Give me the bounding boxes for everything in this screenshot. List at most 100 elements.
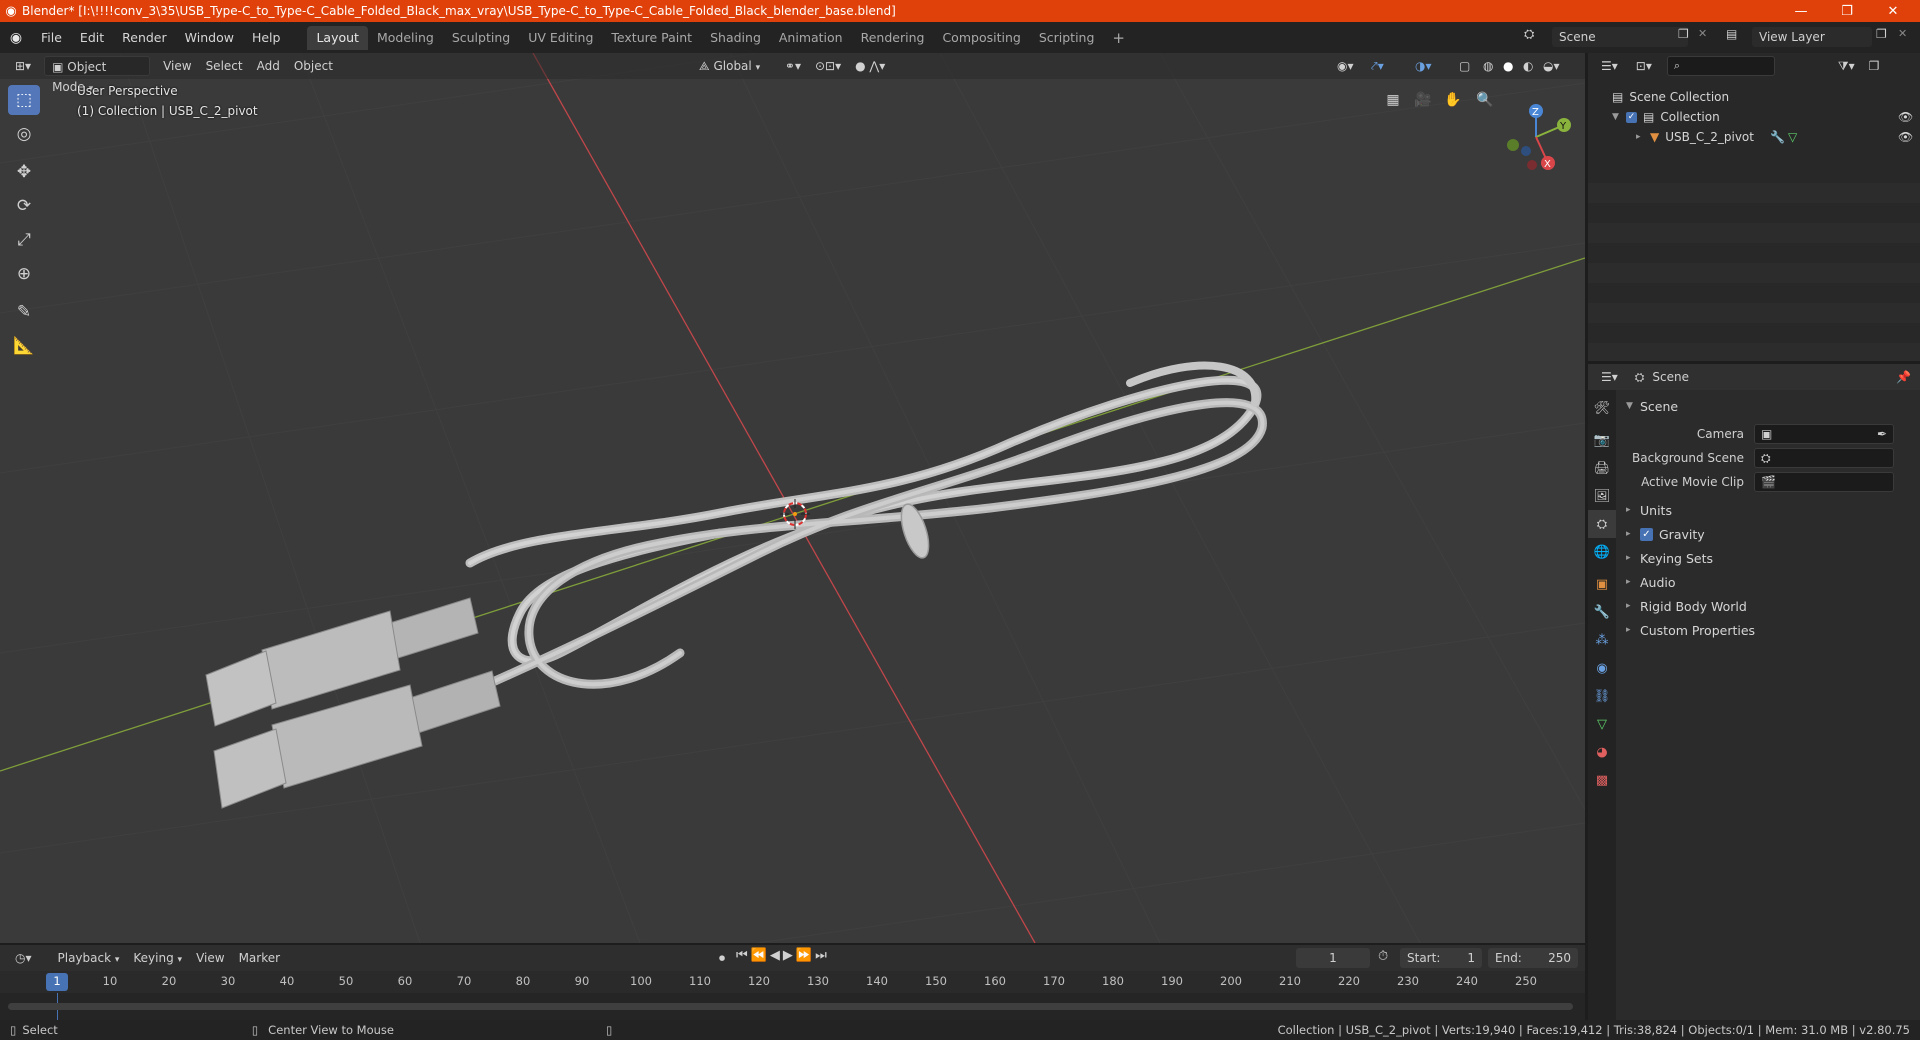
cursor-tool-icon[interactable]: ◎	[8, 119, 40, 149]
end-frame-field[interactable]: End: 250	[1488, 948, 1578, 968]
timeline-menu-marker[interactable]: Marker	[232, 948, 287, 968]
prev-keyframe-icon[interactable]: ⏪	[751, 948, 770, 963]
move-tool-icon[interactable]: ✥	[8, 157, 40, 187]
tool-tab-icon[interactable]: 🛠	[1588, 394, 1616, 422]
proportional-edit-icon[interactable]: ● ⋀▾	[848, 56, 892, 76]
outliner-editor-type-icon[interactable]: ☰▾	[1594, 56, 1625, 76]
toggle-grid-icon[interactable]: ▦	[1380, 87, 1406, 113]
next-keyframe-icon[interactable]: ⏩	[796, 948, 815, 963]
expand-triangle-icon[interactable]: ▸	[1636, 132, 1650, 142]
scene-tab-icon[interactable]: ⛭	[1588, 510, 1616, 538]
new-collection-icon[interactable]: ❐	[1862, 56, 1887, 76]
output-tab-icon[interactable]: 🖨	[1588, 454, 1616, 482]
render-tab-icon[interactable]: 📷	[1588, 426, 1616, 454]
restore-button[interactable]: ❐	[1824, 0, 1870, 22]
timeline-editor-type-icon[interactable]: ◷▾	[8, 948, 39, 968]
menu-help[interactable]: Help	[243, 26, 290, 50]
object-tab-icon[interactable]: ▣	[1588, 570, 1616, 598]
timeline-menu-playback[interactable]: Playback ▾	[51, 948, 127, 968]
timeline-scrollbar[interactable]	[8, 1003, 1573, 1010]
mesh-data-icon[interactable]: ▽	[1788, 130, 1797, 144]
tab-shading[interactable]: Shading	[701, 26, 770, 50]
tab-rendering[interactable]: Rendering	[852, 26, 934, 50]
tab-layout[interactable]: Layout	[307, 25, 368, 50]
start-frame-field[interactable]: Start: 1	[1400, 948, 1482, 968]
rotate-tool-icon[interactable]: ⟳	[8, 191, 40, 221]
modifier-wrench-icon[interactable]: 🔧	[1770, 130, 1785, 144]
constraints-tab-icon[interactable]: ⛓	[1588, 682, 1616, 710]
stopwatch-icon[interactable]: ⏱	[1378, 949, 1388, 964]
viewport-menu-select[interactable]: Select	[199, 56, 250, 76]
outliner-row-collection[interactable]: ▼ ✓ ▤ Collection 👁	[1588, 107, 1920, 127]
tab-sculpting[interactable]: Sculpting	[443, 26, 519, 50]
timeline-menu-view[interactable]: View	[189, 948, 231, 968]
scene-selector[interactable]: Scene	[1552, 27, 1688, 47]
new-scene-icon[interactable]: ❐	[1678, 27, 1689, 41]
rendered-shading-icon[interactable]: ◒▾	[1536, 56, 1567, 76]
visibility-icon[interactable]: ◉▾	[1330, 56, 1361, 76]
tab-modeling[interactable]: Modeling	[368, 26, 443, 50]
expand-triangle-icon[interactable]: ▼	[1612, 112, 1626, 122]
eye-icon[interactable]: 👁	[1898, 110, 1913, 124]
outliner-row-scene-collection[interactable]: ▤ Scene Collection	[1588, 87, 1920, 107]
texture-tab-icon[interactable]: ▩	[1588, 766, 1616, 794]
world-tab-icon[interactable]: 🌐	[1588, 538, 1616, 566]
snap-icon[interactable]: ⊙⊡▾	[808, 56, 848, 76]
active-movie-clip-field[interactable]: 🎬	[1754, 472, 1894, 492]
pin-icon[interactable]: 📌	[1896, 370, 1911, 384]
new-view-layer-icon[interactable]: ❐	[1876, 27, 1887, 41]
object-mode-dropdown[interactable]: ▣ Object Mode ▾	[44, 56, 151, 94]
viewport-menu-view[interactable]: View	[156, 56, 198, 76]
current-frame-field[interactable]: 1	[1296, 948, 1370, 968]
transform-orientation-dropdown[interactable]: ⟁ Global ▾	[692, 56, 774, 76]
tab-animation[interactable]: Animation	[770, 26, 852, 50]
zoom-icon[interactable]: 🔍	[1472, 87, 1498, 113]
gizmo-toggle-icon[interactable]: ⤤▾	[1364, 56, 1391, 76]
timeline-track-area[interactable]	[0, 993, 1585, 1020]
menu-file[interactable]: File	[32, 26, 71, 50]
keying-sets-section-header[interactable]: ▸ Keying Sets	[1616, 546, 1920, 570]
scene-section-header[interactable]: ▼ Scene	[1616, 394, 1920, 418]
close-button[interactable]: ✕	[1870, 0, 1916, 22]
display-mode-icon[interactable]: ⊡▾	[1629, 56, 1659, 76]
filter-icon[interactable]: ⧩▾	[1831, 56, 1862, 76]
collection-checkbox[interactable]: ✓	[1626, 111, 1637, 123]
pan-hand-icon[interactable]: ✋	[1440, 87, 1466, 113]
menu-window[interactable]: Window	[176, 26, 243, 50]
eye-icon[interactable]: 👁	[1898, 130, 1913, 144]
physics-tab-icon[interactable]: ◉	[1588, 654, 1616, 682]
add-workspace-button[interactable]: +	[1103, 26, 1134, 50]
play-reverse-icon[interactable]: ◀	[770, 948, 783, 963]
remove-view-layer-icon[interactable]: ✕	[1898, 27, 1907, 40]
tab-uv-editing[interactable]: UV Editing	[519, 26, 602, 50]
tab-texture-paint[interactable]: Texture Paint	[602, 26, 701, 50]
camera-view-icon[interactable]: 🎥	[1410, 87, 1436, 113]
particles-tab-icon[interactable]: ⁂	[1588, 626, 1616, 654]
camera-field[interactable]: ▣ ✒	[1754, 424, 1894, 444]
view-layer-tab-icon[interactable]: 🖼	[1588, 482, 1616, 510]
minimize-button[interactable]: —	[1778, 0, 1824, 22]
measure-tool-icon[interactable]: 📐	[8, 331, 40, 361]
editor-type-icon[interactable]: ⊞▾	[8, 56, 38, 76]
select-box-tool-icon[interactable]: ⬚	[8, 85, 40, 115]
blender-menu-icon[interactable]: ◉	[0, 30, 32, 46]
eyedropper-icon[interactable]: ✒	[1877, 425, 1887, 443]
data-tab-icon[interactable]: ▽	[1588, 710, 1616, 738]
tab-compositing[interactable]: Compositing	[933, 26, 1029, 50]
navigation-gizmo[interactable]: Z Y X	[1496, 93, 1576, 173]
annotate-tool-icon[interactable]: ✎	[8, 297, 40, 327]
tab-scripting[interactable]: Scripting	[1030, 26, 1104, 50]
menu-render[interactable]: Render	[113, 26, 176, 50]
transform-tool-icon[interactable]: ⊕	[8, 259, 40, 289]
menu-edit[interactable]: Edit	[71, 26, 113, 50]
custom-properties-section-header[interactable]: ▸ Custom Properties	[1616, 618, 1920, 642]
background-scene-field[interactable]: ⛭	[1754, 448, 1894, 468]
units-section-header[interactable]: ▸ Units	[1616, 498, 1920, 522]
timeline-ruler[interactable]: 1 10 20 30 40 50 60 70 80 90 100 110 120…	[0, 971, 1585, 993]
viewport-menu-object[interactable]: Object	[287, 56, 340, 76]
xray-toggle-icon[interactable]: ▢	[1452, 56, 1477, 76]
scale-tool-icon[interactable]: ⤢	[8, 225, 40, 255]
play-icon[interactable]: ▶	[783, 948, 796, 963]
view-layer-selector[interactable]: View Layer	[1752, 27, 1872, 47]
3d-viewport[interactable]: ⊞▾ ▣ Object Mode ▾ View Select Add Objec…	[0, 53, 1585, 943]
